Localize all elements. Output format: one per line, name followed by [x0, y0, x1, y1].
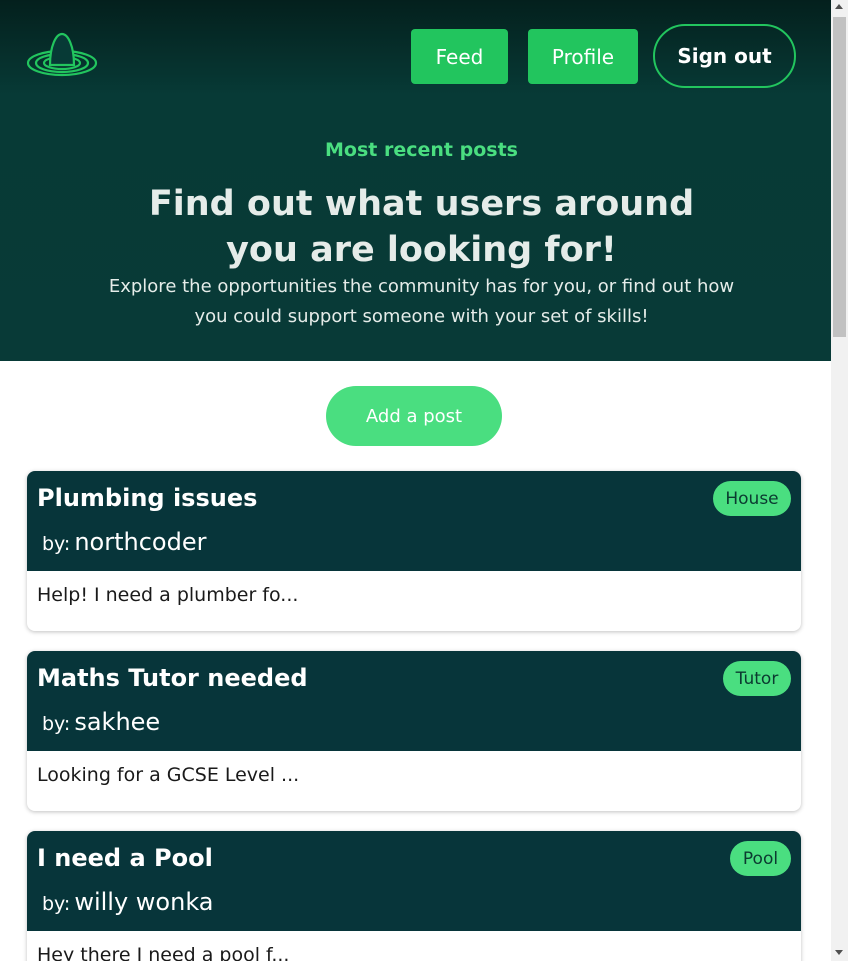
author-label: by:	[42, 893, 71, 915]
post-category-tag: Tutor	[723, 661, 791, 696]
post-card[interactable]: I need a Pool by: willy wonka Pool Hey th…	[27, 831, 801, 961]
page-headline: Find out what users around you are looki…	[148, 184, 695, 270]
post-card-header: Plumbing issues by: northcoder House	[27, 471, 801, 571]
post-card[interactable]: Plumbing issues by: northcoder House Help…	[27, 471, 801, 631]
post-author-line: by: willy wonka	[42, 888, 214, 916]
post-excerpt: Looking for a GCSE Level ...	[37, 764, 300, 786]
post-title: I need a Pool	[37, 844, 213, 872]
sign-out-button[interactable]: Sign out	[653, 24, 796, 88]
scroll-up-arrow-icon[interactable]	[835, 4, 843, 9]
post-author-line: by: northcoder	[42, 528, 206, 556]
post-category-tag: Pool	[730, 841, 791, 876]
feed-button[interactable]: Feed	[411, 29, 508, 84]
post-excerpt: Help! I need a plumber fo...	[37, 584, 299, 606]
page: Feed Profile Sign out Most recent posts …	[0, 0, 831, 961]
author-label: by:	[42, 533, 71, 555]
section-eyebrow: Most recent posts	[325, 139, 518, 161]
post-excerpt: Hey there I need a pool f...	[37, 944, 290, 961]
scrollbar-thumb[interactable]	[833, 17, 846, 337]
app-logo-icon[interactable]	[26, 32, 98, 80]
post-author-line: by: sakhee	[42, 708, 160, 736]
post-card-header: I need a Pool by: willy wonka Pool	[27, 831, 801, 931]
post-card-header: Maths Tutor needed by: sakhee Tutor	[27, 651, 801, 751]
post-category-tag: House	[713, 481, 791, 516]
page-subheadline: Explore the opportunities the community …	[108, 276, 735, 327]
profile-button[interactable]: Profile	[528, 29, 638, 84]
post-title: Maths Tutor needed	[37, 664, 308, 692]
post-author: willy wonka	[74, 888, 214, 916]
post-author: sakhee	[74, 708, 161, 736]
post-card[interactable]: Maths Tutor needed by: sakhee Tutor Looki…	[27, 651, 801, 811]
scroll-down-arrow-icon[interactable]	[835, 950, 843, 955]
author-label: by:	[42, 713, 71, 735]
post-author: northcoder	[74, 528, 207, 556]
post-title: Plumbing issues	[37, 484, 258, 512]
vertical-scrollbar[interactable]	[831, 0, 848, 961]
add-post-button[interactable]: Add a post	[326, 386, 502, 446]
hero-header: Feed Profile Sign out Most recent posts …	[0, 0, 831, 361]
